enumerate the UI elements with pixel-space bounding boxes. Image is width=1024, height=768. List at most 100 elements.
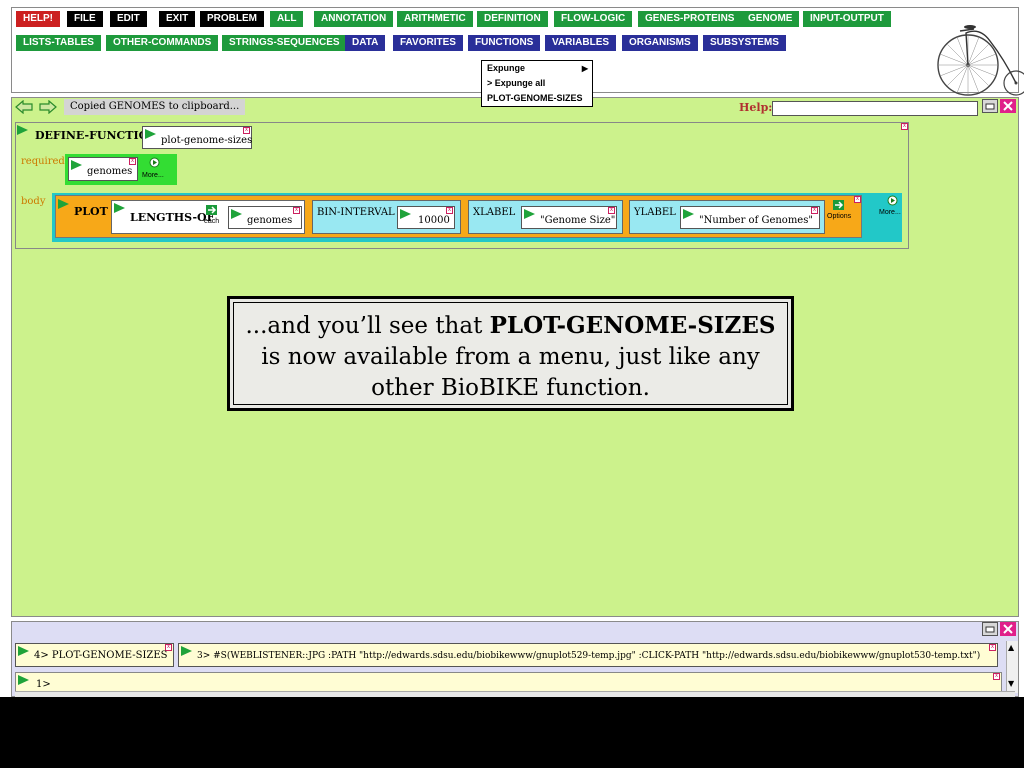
minimize-icon[interactable] xyxy=(982,622,998,636)
menu-button-genome[interactable]: GENOME xyxy=(741,11,800,27)
flag-icon[interactable] xyxy=(58,199,69,209)
bin-interval-keyword-group[interactable]: BIN-INTERVAL x 10000 xyxy=(312,200,461,234)
xlabel-keyword-group[interactable]: XLABEL x "Genome Size" xyxy=(468,200,623,234)
menu-button-genes-proteins[interactable]: GENES-PROTEINS xyxy=(638,11,742,27)
flag-icon[interactable] xyxy=(18,675,29,685)
function-name: plot-genome-sizes xyxy=(161,135,253,146)
flag-icon[interactable] xyxy=(683,209,694,219)
biobike-window: Expunge ▶ > Expunge all PLOT-GENOME-SIZES… xyxy=(0,0,1024,697)
menu-button-edit[interactable]: EDIT xyxy=(110,11,147,27)
close-icon[interactable] xyxy=(1000,622,1016,636)
scroll-down-icon[interactable]: ▼ xyxy=(1008,679,1014,688)
history-item[interactable]: x 3> #S(WEBLISTENER::JPG :PATH "http://e… xyxy=(178,643,998,667)
options-label[interactable]: Options xyxy=(827,213,851,220)
menu-button-arithmetic[interactable]: ARITHMETIC xyxy=(397,11,473,27)
flag-icon[interactable] xyxy=(145,129,156,139)
param-genomes-slot[interactable]: x genomes xyxy=(68,157,138,181)
ylabel-value-slot[interactable]: x "Number of Genomes" xyxy=(680,206,820,229)
dropdown-item-label: Expunge xyxy=(487,63,526,73)
bin-interval-value-slot[interactable]: x 10000 xyxy=(397,206,455,229)
plot-form[interactable]: PLOT LENGTHS-OF each x genomes BIN-INTER… xyxy=(55,195,862,238)
delete-icon[interactable]: x xyxy=(901,123,908,130)
dropdown-item-plot-genome-sizes[interactable]: PLOT-GENOME-SIZES xyxy=(482,91,592,106)
flag-icon[interactable] xyxy=(524,209,535,219)
menu-button-other-commands[interactable]: OTHER-COMMANDS xyxy=(106,35,219,51)
required-label: required xyxy=(21,156,65,167)
output-console: x 4> PLOT-GENOME-SIZES x 3> #S(WEBLISTEN… xyxy=(11,621,1019,697)
menu-button-variables[interactable]: VARIABLES xyxy=(545,35,617,51)
prompt-text: 1> xyxy=(36,679,51,690)
menu-button-definition[interactable]: DEFINITION xyxy=(477,11,548,27)
history-text: 3> #S(WEBLISTENER::JPG :PATH "http://edw… xyxy=(197,651,981,661)
menu-button-functions[interactable]: FUNCTIONS xyxy=(468,35,541,51)
lengths-of-arg-slot[interactable]: x genomes xyxy=(228,206,302,229)
back-arrow-icon[interactable] xyxy=(15,100,33,114)
delete-icon[interactable]: x xyxy=(608,207,615,214)
close-icon[interactable] xyxy=(1000,99,1016,113)
each-label: each xyxy=(204,218,220,225)
each-icon[interactable] xyxy=(206,205,217,215)
help-label: Help: xyxy=(739,101,773,114)
xlabel-value-slot[interactable]: x "Genome Size" xyxy=(521,206,617,229)
param-name: genomes xyxy=(87,166,133,177)
delete-icon[interactable]: x xyxy=(993,673,1000,680)
plot-keyword: PLOT xyxy=(74,205,108,218)
delete-icon[interactable]: x xyxy=(293,207,300,214)
options-icon[interactable] xyxy=(833,200,844,210)
help-input[interactable] xyxy=(772,101,978,116)
menu-button-flow-logic[interactable]: FLOW-LOGIC xyxy=(554,11,633,27)
flag-icon[interactable] xyxy=(114,203,125,213)
menu-button-organisms[interactable]: ORGANISMS xyxy=(622,35,698,51)
bin-interval-value: 10000 xyxy=(418,215,450,226)
caption-post: is now available from a menu, just like … xyxy=(261,344,760,401)
menu-button-input-output[interactable]: INPUT-OUTPUT xyxy=(803,11,891,27)
delete-icon[interactable]: x xyxy=(243,127,250,134)
more-label[interactable]: More... xyxy=(142,172,164,179)
caption-note: ...and you’ll see that PLOT-GENOME-SIZES… xyxy=(227,296,794,411)
caption-text: ...and you’ll see that PLOT-GENOME-SIZES… xyxy=(233,302,788,405)
flag-icon[interactable] xyxy=(231,209,242,219)
menu-button-problem[interactable]: PROBLEM xyxy=(200,11,264,27)
menu-button-subsystems[interactable]: SUBSYSTEMS xyxy=(703,35,786,51)
delete-icon[interactable]: x xyxy=(811,207,818,214)
function-name-slot[interactable]: x plot-genome-sizes xyxy=(142,126,252,149)
define-function-box[interactable]: x DEFINE-FUNCTION x plot-genome-sizes re… xyxy=(15,122,909,249)
ylabel-keyword-group[interactable]: YLABEL x "Number of Genomes" xyxy=(629,200,825,234)
menu-button-file[interactable]: FILE xyxy=(67,11,103,27)
flag-icon[interactable] xyxy=(400,209,411,219)
ylabel-value: "Number of Genomes" xyxy=(699,215,813,226)
define-function-keyword: DEFINE-FUNCTION xyxy=(35,129,159,142)
vertical-scrollbar[interactable]: ▲ ▼ xyxy=(1006,641,1018,693)
flag-icon[interactable] xyxy=(71,160,82,170)
menu-button-exit[interactable]: EXIT xyxy=(159,11,196,27)
dropdown-item-expunge[interactable]: Expunge ▶ xyxy=(482,61,592,76)
minimize-icon[interactable] xyxy=(982,99,998,113)
penny-farthing-logo xyxy=(930,19,1024,99)
delete-icon[interactable]: x xyxy=(854,196,861,203)
menu-button-annotation[interactable]: ANNOTATION xyxy=(314,11,394,27)
more-label[interactable]: More... xyxy=(879,209,901,216)
required-param-group: x genomes More... xyxy=(65,154,177,185)
history-item[interactable]: x 4> PLOT-GENOME-SIZES xyxy=(15,643,174,667)
menu-button-all[interactable]: ALL xyxy=(270,11,304,27)
lengths-of-arg: genomes xyxy=(247,215,293,226)
menu-button-lists-tables[interactable]: LISTS-TABLES xyxy=(16,35,101,51)
flag-icon[interactable] xyxy=(181,646,192,656)
menu-button-help[interactable]: HELP! xyxy=(16,11,60,27)
dropdown-item-expunge-all[interactable]: > Expunge all xyxy=(482,76,592,91)
functions-dropdown-menu: Expunge ▶ > Expunge all PLOT-GENOME-SIZES xyxy=(481,60,593,107)
delete-icon[interactable]: x xyxy=(129,158,136,165)
menu-button-strings-sequences[interactable]: STRINGS-SEQUENCES xyxy=(222,35,347,51)
forward-arrow-icon[interactable] xyxy=(39,100,57,114)
flag-icon[interactable] xyxy=(17,125,28,135)
more-icon[interactable] xyxy=(887,195,898,206)
flag-icon[interactable] xyxy=(18,646,29,656)
delete-icon[interactable]: x xyxy=(446,207,453,214)
scroll-up-icon[interactable]: ▲ xyxy=(1008,643,1014,652)
lengths-of-form[interactable]: LENGTHS-OF each x genomes xyxy=(111,200,305,234)
horizontal-scrollbar[interactable] xyxy=(15,691,1015,697)
delete-icon[interactable]: x xyxy=(989,644,996,651)
more-icon[interactable] xyxy=(149,157,160,168)
menu-button-favorites[interactable]: FAVORITES xyxy=(393,35,463,51)
menu-button-data[interactable]: DATA xyxy=(345,35,386,51)
